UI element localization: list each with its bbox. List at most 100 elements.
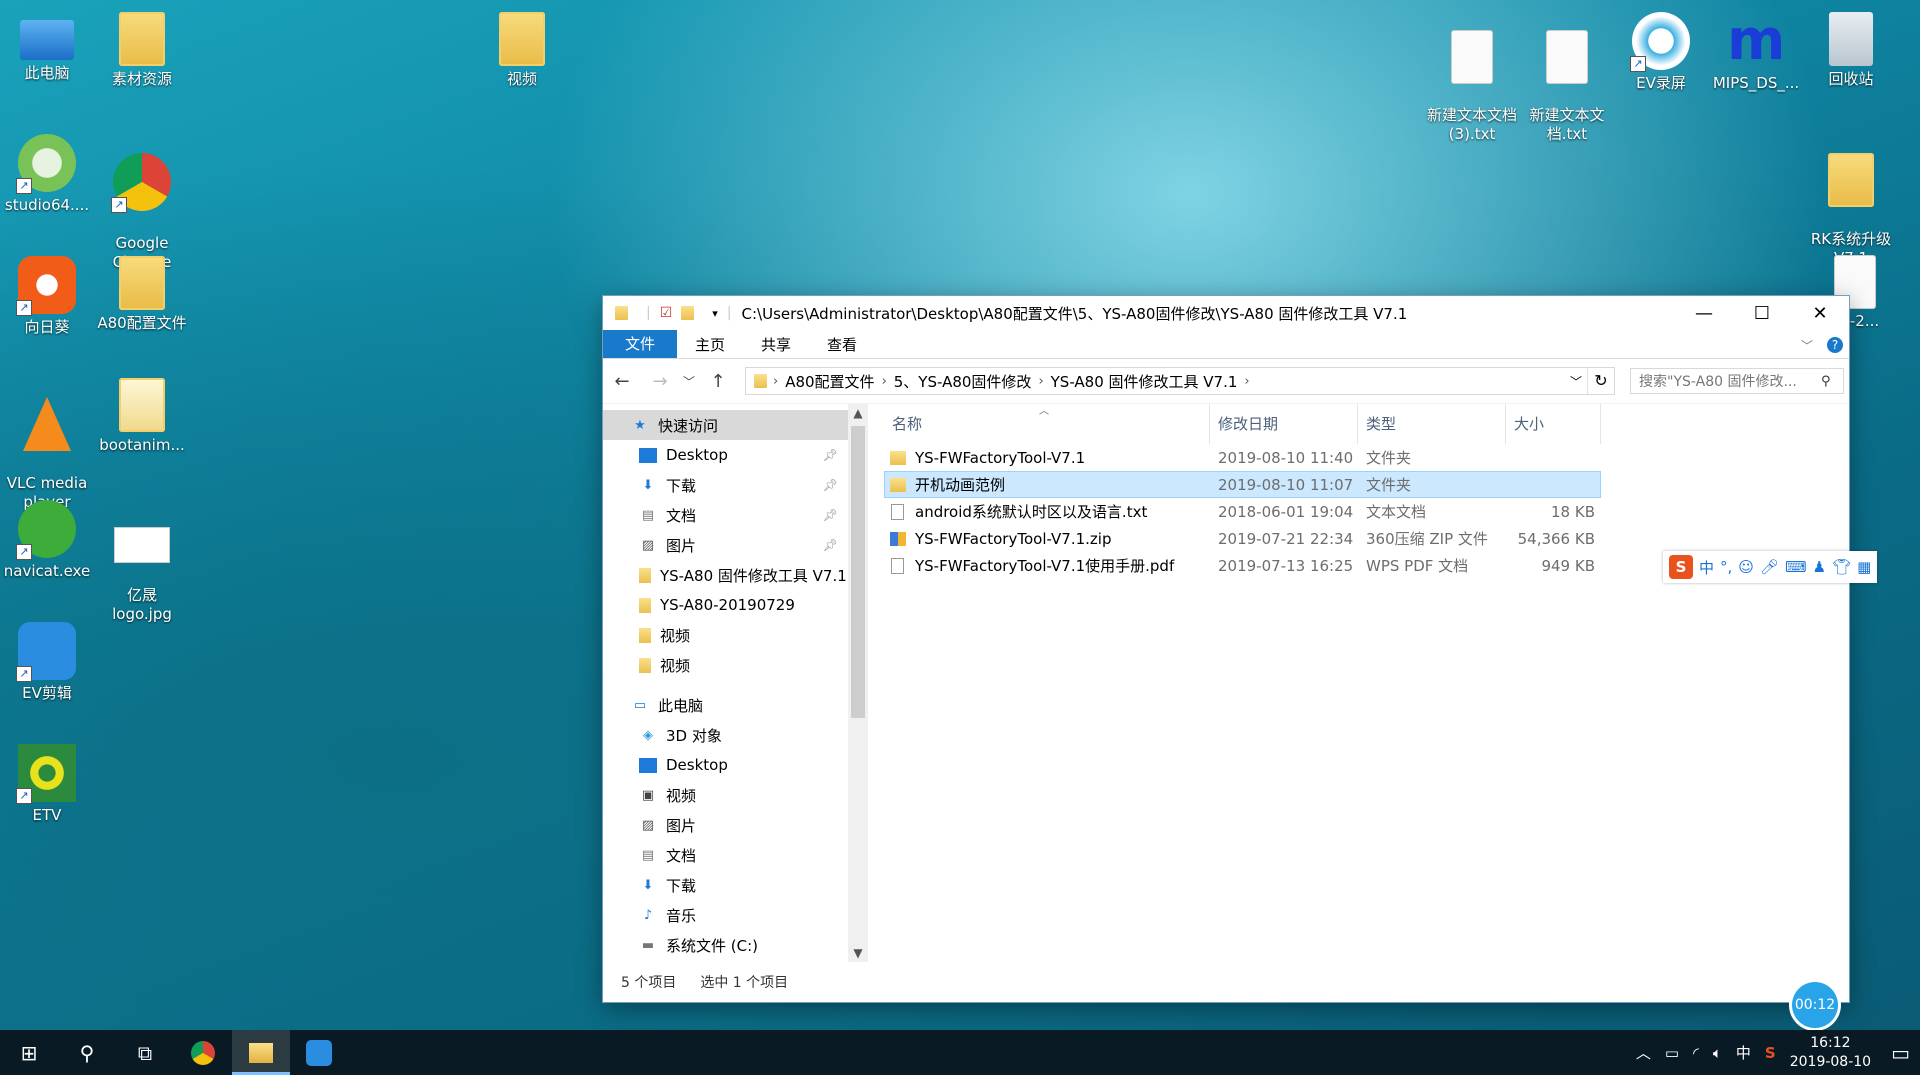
breadcrumb-firmware-modify[interactable]: 5、YS-A80固件修改	[887, 371, 1039, 392]
desktop-icon-ev-recorder[interactable]: ↗ EV录屏	[1612, 6, 1710, 93]
sogou-logo-icon[interactable]: S	[1669, 555, 1693, 579]
breadcrumb-a80-config[interactable]: A80配置文件	[778, 371, 881, 392]
sogou-tray-icon[interactable]: S	[1765, 1044, 1776, 1062]
close-button[interactable]: ✕	[1791, 296, 1849, 330]
desktop-icon-video[interactable]: 视频	[473, 6, 571, 89]
volume-icon[interactable]: 🔈︎	[1713, 1044, 1722, 1062]
file-row[interactable]: YS-FWFactoryTool-V7.1 2019-08-10 11:40 文件夹	[884, 444, 1601, 471]
file-row[interactable]: android系统默认时区以及语言.txt 2018-06-01 19:04 文本文…	[884, 498, 1601, 525]
new-folder-icon[interactable]	[681, 306, 695, 320]
show-hidden-icons-chevron-icon[interactable]: ︿	[1636, 1042, 1651, 1063]
pin-icon[interactable]: 📌︎	[823, 478, 838, 492]
input-language-indicator[interactable]: 中	[1736, 1042, 1751, 1063]
grid-menu-icon[interactable]: ▦	[1857, 558, 1871, 576]
nav-item[interactable]: YS-A80 固件修改工具 V7.1	[603, 560, 848, 590]
customize-toolbar-chevron-icon[interactable]: ▾	[712, 307, 718, 320]
column-header-size[interactable]: 大小	[1506, 404, 1601, 444]
expand-ribbon-chevron-icon[interactable]: ﹀	[1801, 337, 1813, 354]
desktop-icon-bootanim[interactable]: bootanim...	[93, 372, 191, 455]
nav-item[interactable]: 视频	[603, 620, 848, 650]
network-icon[interactable]: ◜	[1693, 1044, 1699, 1062]
file-row[interactable]: YS-FWFactoryTool-V7.1使用手册.pdf 2019-07-13 …	[884, 552, 1601, 579]
nav-item[interactable]: ⬇ 下载	[603, 870, 848, 900]
ev-editor-taskbar-icon[interactable]	[290, 1030, 348, 1075]
nav-item[interactable]: ▤ 文档	[603, 840, 848, 870]
chrome-taskbar-icon[interactable]	[174, 1030, 232, 1075]
search-icon[interactable]: ⚲	[1821, 374, 1843, 389]
properties-icon[interactable]: ☑	[660, 305, 673, 321]
desktop-icon-sunflower[interactable]: ↗ 向日葵	[0, 250, 96, 337]
column-header-type[interactable]: 类型	[1358, 404, 1506, 444]
user-icon[interactable]: ♟	[1813, 558, 1826, 576]
battery-icon[interactable]: ▭	[1665, 1044, 1679, 1062]
address-dropdown-chevron-icon[interactable]: ﹀	[1565, 373, 1587, 390]
file-explorer-taskbar-icon[interactable]	[232, 1030, 290, 1075]
nav-item[interactable]: ▤ 文档 📌︎	[603, 500, 848, 530]
ime-mode-chinese[interactable]: 中	[1699, 557, 1714, 578]
desktop-icon-this-pc[interactable]: 此电脑	[0, 6, 96, 83]
nav-item[interactable]: ▨ 图片	[603, 810, 848, 840]
scroll-down-arrow-icon[interactable]: ▼	[848, 946, 868, 960]
nav-item[interactable]: ▬ 系统文件 (C:)	[603, 930, 848, 960]
help-icon[interactable]: ?	[1827, 337, 1843, 353]
desktop-icon-etv[interactable]: ↗ ETV	[0, 738, 96, 825]
back-arrow-icon[interactable]: ←	[603, 371, 641, 392]
recent-locations-chevron-icon[interactable]: ﹀	[679, 373, 699, 390]
nav-item[interactable]: 视频	[603, 650, 848, 680]
nav-item[interactable]: ◈ 3D 对象	[603, 720, 848, 750]
recording-timer-badge[interactable]: 00:12	[1792, 982, 1838, 1028]
tab-file[interactable]: 文件	[603, 330, 678, 358]
forward-arrow-icon[interactable]: →	[641, 371, 679, 392]
nav-item[interactable]: Desktop 📌︎	[603, 440, 848, 470]
tab-home[interactable]: 主页	[677, 332, 743, 358]
minimize-button[interactable]: —	[1675, 296, 1733, 330]
task-view-icon[interactable]: ⧉	[116, 1030, 174, 1075]
scroll-up-arrow-icon[interactable]: ▲	[848, 406, 868, 420]
nav-item[interactable]: ▣ 视频	[603, 780, 848, 810]
address-bar[interactable]: › A80配置文件 › 5、YS-A80固件修改 › YS-A80 固件修改工具…	[745, 367, 1615, 395]
desktop-icon-android-studio[interactable]: ↗ studio64....	[0, 128, 96, 215]
desktop-icon-a80-config[interactable]: A80配置文件	[93, 250, 191, 333]
ime-toolbar[interactable]: S 中 °, ☺ 🎤︎ ⌨ ♟ 👕︎ ▦	[1663, 551, 1878, 583]
nav-item[interactable]: ▭ 此电脑	[603, 690, 848, 720]
nav-item[interactable]: Desktop	[603, 750, 848, 780]
tab-share[interactable]: 共享	[743, 332, 809, 358]
column-header-date[interactable]: 修改日期	[1210, 404, 1358, 444]
pin-icon[interactable]: 📌︎	[823, 448, 838, 462]
pin-icon[interactable]: 📌︎	[823, 538, 838, 552]
skin-icon[interactable]: 👕︎	[1832, 558, 1851, 576]
file-row[interactable]: YS-FWFactoryTool-V7.1.zip 2019-07-21 22:3…	[884, 525, 1601, 552]
desktop-icon-navicat[interactable]: ↗ navicat.exe	[0, 494, 96, 581]
nav-item[interactable]: ▨ 图片 📌︎	[603, 530, 848, 560]
desktop-icon-recycle-bin[interactable]: 回收站	[1802, 6, 1900, 89]
search-box[interactable]: 搜索"YS-A80 固件修改... ⚲	[1630, 368, 1844, 394]
desktop-icon-yisheng-logo[interactable]: 亿晟 logo.jpg	[93, 494, 191, 643]
ime-punctuation[interactable]: °,	[1720, 558, 1732, 576]
up-arrow-icon[interactable]: ↑	[699, 371, 737, 392]
pin-icon[interactable]: 📌︎	[823, 508, 838, 522]
tab-view[interactable]: 查看	[809, 332, 875, 358]
search-icon[interactable]: ⚲	[58, 1030, 116, 1075]
microphone-icon[interactable]: 🎤︎	[1760, 558, 1779, 576]
title-bar[interactable]: | ☑ ▾ | C:\Users\Administrator\Desktop\A…	[603, 296, 1849, 330]
nav-item[interactable]: YS-A80-20190729	[603, 590, 848, 620]
emoji-icon[interactable]: ☺	[1738, 558, 1754, 576]
scrollbar-thumb[interactable]	[851, 426, 865, 718]
refresh-icon[interactable]: ↻	[1587, 368, 1614, 394]
windows-start-icon[interactable]: ⊞	[0, 1030, 58, 1075]
nav-item[interactable]: ♪ 音乐	[603, 900, 848, 930]
file-row[interactable]: 开机动画范例 2019-08-10 11:07 文件夹	[884, 471, 1601, 498]
maximize-button[interactable]: ☐	[1733, 296, 1791, 330]
nav-item[interactable]: ★ 快速访问	[603, 410, 848, 440]
desktop-icon-txt[interactable]: 新建文本文 档.txt	[1518, 6, 1616, 163]
desktop-icon-txt3[interactable]: 新建文本文档 (3).txt	[1423, 6, 1521, 163]
breadcrumb-tool-v71[interactable]: YS-A80 固件修改工具 V7.1	[1044, 371, 1245, 392]
clock[interactable]: 16:12 2019-08-10	[1790, 1034, 1871, 1072]
notification-center-icon[interactable]: ▭	[1891, 1041, 1910, 1065]
nav-item[interactable]: ⬇ 下载 📌︎	[603, 470, 848, 500]
desktop-icon-mips[interactable]: m MIPS_DS_...	[1707, 6, 1805, 93]
desktop-icon-ev-editor[interactable]: ↗ EV剪辑	[0, 616, 96, 703]
desktop-icon-sucai[interactable]: 素材资源	[93, 6, 191, 89]
keyboard-icon[interactable]: ⌨	[1785, 558, 1807, 576]
navigation-pane-scrollbar[interactable]: ▲ ▼	[848, 404, 868, 962]
